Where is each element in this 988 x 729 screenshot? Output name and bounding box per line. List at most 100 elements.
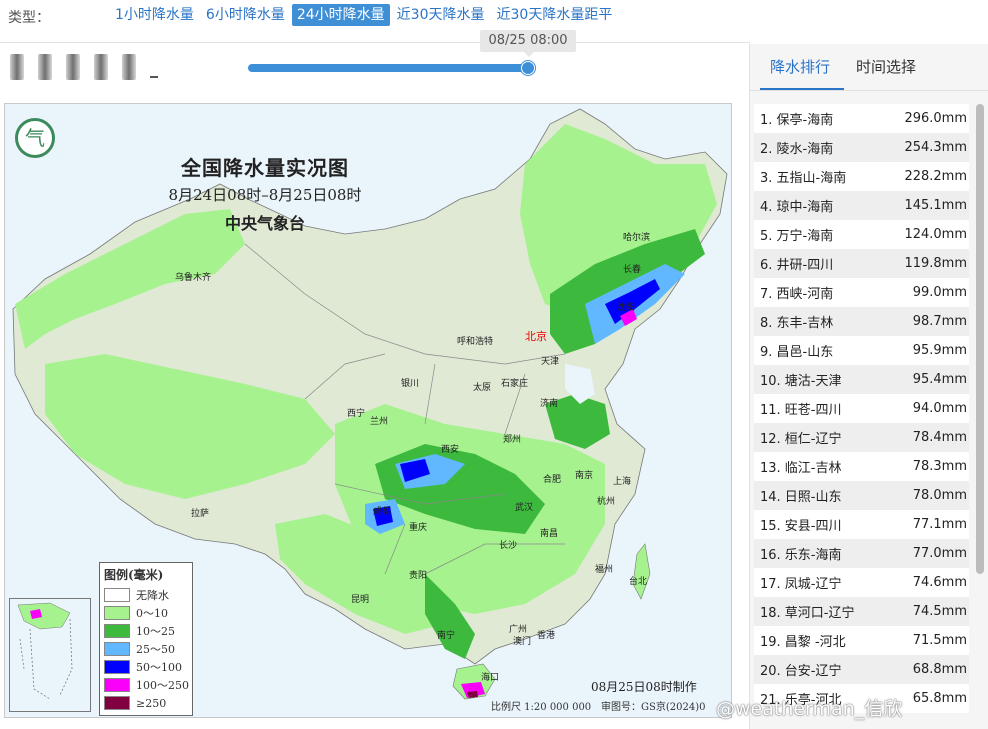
precip-value: 77.0mm	[912, 546, 967, 561]
time-tooltip: 08/25 08:00	[480, 30, 576, 57]
legend-label: 无降水	[136, 589, 169, 602]
legend-swatch	[104, 696, 130, 710]
city-label: 长沙	[499, 541, 518, 551]
precip-value: 228.2mm	[904, 169, 967, 184]
divider	[0, 42, 750, 43]
ranking-scrollbar[interactable]	[976, 104, 984, 574]
legend-item: 50～100	[100, 658, 192, 676]
station-name: 15. 安县-四川	[760, 519, 842, 534]
map-subtitle: 8月24日08时–8月25日08时	[168, 186, 362, 204]
city-label: 太原	[473, 383, 492, 393]
precip-value: 65.8mm	[912, 691, 967, 706]
city-label: 合肥	[543, 475, 562, 485]
station-name: 20. 台安-辽宁	[760, 664, 842, 679]
city-label: 澳门	[513, 637, 532, 647]
city-label: 台北	[629, 577, 648, 587]
legend-swatch	[104, 606, 130, 620]
station-name: 1. 保亭-海南	[760, 113, 834, 128]
city-label: 天津	[541, 357, 560, 367]
frame-thumb[interactable]	[94, 54, 108, 80]
city-label: 拉萨	[191, 509, 210, 519]
station-name: 5. 万宁-海南	[760, 229, 834, 244]
precip-value: 95.9mm	[912, 343, 967, 358]
ranking-row[interactable]: 13. 临江-吉林 78.3mm	[754, 452, 969, 481]
precip-map: 气 全国降水量实况图 8月24日08时–8月25日08时 中央气象台 哈尔滨 长…	[4, 103, 732, 718]
frame-thumb[interactable]	[38, 54, 52, 80]
legend-title: 图例(毫米)	[104, 568, 164, 582]
type-tabs: 1小时降水量 6小时降水量 24小时降水量 近30天降水量 近30天降水量距平	[110, 4, 617, 26]
ranking-row[interactable]: 1. 保亭-海南 296.0mm	[754, 104, 969, 133]
legend-swatch	[104, 588, 130, 602]
city-label: 杭州	[597, 497, 616, 507]
ranking-row[interactable]: 17. 凤城-辽宁 74.6mm	[754, 568, 969, 597]
city-label: 乌鲁木齐	[175, 273, 212, 283]
ranking-row[interactable]: 15. 安县-四川 77.1mm	[754, 510, 969, 539]
legend-swatch	[104, 642, 130, 656]
ranking-row[interactable]: 16. 乐东-海南 77.0mm	[754, 539, 969, 568]
ranking-row[interactable]: 20. 台安-辽宁 68.8mm	[754, 655, 969, 684]
city-label: 长春	[623, 265, 642, 275]
precip-value: 296.0mm	[904, 111, 967, 126]
precip-value: 71.5mm	[912, 633, 967, 648]
ranking-row[interactable]: 11. 旺苍-四川 94.0mm	[754, 394, 969, 423]
tab-precip-ranking[interactable]: 降水排行	[770, 56, 830, 77]
frame-thumb[interactable]	[150, 76, 158, 78]
legend-swatch	[104, 660, 130, 674]
tab-6h-precip[interactable]: 6小时降水量	[201, 4, 290, 26]
ranking-row[interactable]: 2. 陵水-海南 254.3mm	[754, 133, 969, 162]
tab-30d-precip[interactable]: 近30天降水量	[392, 4, 490, 26]
precip-value: 98.7mm	[912, 314, 967, 329]
station-name: 2. 陵水-海南	[760, 142, 834, 157]
tab-time-select[interactable]: 时间选择	[856, 56, 916, 77]
ranking-row[interactable]: 8. 东丰-吉林 98.7mm	[754, 307, 969, 336]
city-label: 昆明	[351, 595, 370, 605]
precip-value: 119.8mm	[904, 256, 967, 271]
inset-graphic	[17, 602, 73, 700]
city-label: 沈阳	[617, 303, 636, 313]
city-label: 香港	[537, 631, 556, 641]
ranking-row[interactable]: 4. 琼中-海南 145.1mm	[754, 191, 969, 220]
ranking-row[interactable]: 5. 万宁-海南 124.0mm	[754, 220, 969, 249]
legend-label: ≥250	[136, 696, 167, 710]
precip-value: 74.5mm	[912, 604, 967, 619]
frame-thumb[interactable]	[122, 54, 136, 80]
precip-value: 78.4mm	[912, 430, 967, 445]
station-name: 18. 草河口-辽宁	[760, 606, 855, 621]
legend-label: 25～50	[136, 643, 175, 656]
ranking-row[interactable]: 12. 桓仁-辽宁 78.4mm	[754, 423, 969, 452]
legend-item: 100～250	[100, 676, 192, 694]
city-label: 海口	[481, 673, 500, 683]
station-name: 11. 旺苍-四川	[760, 403, 842, 418]
city-label: 呼和浩特	[457, 337, 494, 347]
city-label: 西安	[441, 445, 460, 455]
time-slider-track[interactable]	[248, 64, 530, 72]
ranking-row[interactable]: 6. 井研-四川 119.8mm	[754, 249, 969, 278]
ranking-row[interactable]: 14. 日照-山东 78.0mm	[754, 481, 969, 510]
city-label: 银川	[401, 379, 420, 389]
legend-item: 无降水	[100, 586, 192, 604]
legend-label: 50～100	[136, 661, 182, 674]
tab-30d-anomaly[interactable]: 近30天降水量距平	[492, 4, 618, 26]
ranking-row[interactable]: 7. 西峡-河南 99.0mm	[754, 278, 969, 307]
city-label: 贵阳	[409, 571, 428, 581]
ranking-row[interactable]: 18. 草河口-辽宁 74.5mm	[754, 597, 969, 626]
city-label: 福州	[595, 565, 614, 575]
frame-thumb[interactable]	[66, 54, 80, 80]
ranking-row[interactable]: 10. 塘沽-天津 95.4mm	[754, 365, 969, 394]
ranking-row[interactable]: 19. 昌黎 -河北 71.5mm	[754, 626, 969, 655]
city-label: 重庆	[409, 523, 428, 533]
station-name: 3. 五指山-海南	[760, 171, 847, 186]
city-label: 济南	[540, 399, 559, 409]
tab-24h-precip[interactable]: 24小时降水量	[291, 4, 390, 26]
frame-thumb[interactable]	[10, 54, 24, 80]
city-label-capital: 北京	[525, 330, 547, 343]
time-slider-handle[interactable]	[521, 61, 535, 75]
tab-1h-precip[interactable]: 1小时降水量	[110, 4, 199, 26]
legend-item: ≥250	[100, 694, 192, 712]
station-name: 7. 西峡-河南	[760, 287, 834, 302]
city-label: 武汉	[515, 503, 534, 513]
type-label: 类型：	[8, 10, 50, 26]
ranking-row[interactable]: 3. 五指山-海南 228.2mm	[754, 162, 969, 191]
ranking-row[interactable]: 9. 昌邑-山东 95.9mm	[754, 336, 969, 365]
map-approval: 审图号：GS京(2024)0	[601, 702, 706, 713]
